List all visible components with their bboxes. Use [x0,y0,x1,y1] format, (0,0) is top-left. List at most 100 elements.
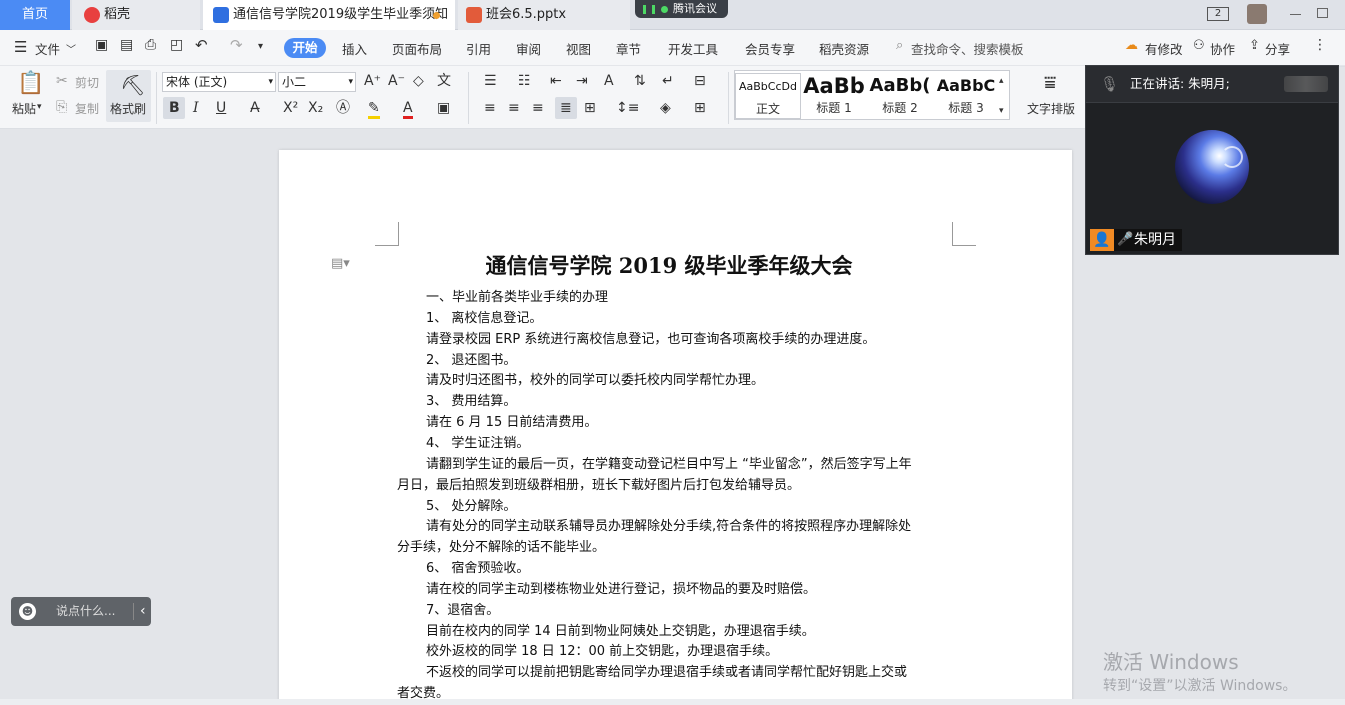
italic-icon[interactable]: I [193,100,199,116]
menu-member[interactable]: 会员专享 [745,39,795,58]
menu-review[interactable]: 审阅 [516,39,541,58]
paste-button[interactable]: 粘贴 [12,100,36,117]
collapse-chevron-icon[interactable]: ‹ [140,597,146,626]
text-layout-icon[interactable]: ⩸ [1044,71,1056,93]
justify-button[interactable]: ≣ [555,97,577,119]
style-heading-1[interactable]: AaBb 标题 1 [801,73,867,119]
tencent-meeting-pill[interactable]: 腾讯会议 [635,0,728,18]
document-page[interactable]: ▤▾ 通信信号学院 2019 级毕业季年级大会 一、毕业前各类毕业手续的办理 1、… [279,150,1072,705]
horizontal-scrollbar[interactable] [0,699,1345,705]
scroll-down-icon[interactable]: ▾ [999,103,1004,119]
menu-start[interactable]: 开始 [284,38,326,58]
underline-icon[interactable]: U [216,100,226,116]
shading-icon[interactable]: ◈ [660,100,671,116]
minimize-icon[interactable] [1290,14,1301,15]
menu-developer[interactable]: 开发工具 [668,39,718,58]
superscript-icon[interactable]: X² [283,100,298,116]
save-icon[interactable]: ▣ [95,37,108,53]
style-normal[interactable]: AaBbCcDd 正文 [735,73,801,119]
cut-icon[interactable]: ✂ [56,73,68,89]
window-count-badge[interactable]: 2 [1207,7,1229,21]
export-pdf-icon[interactable]: ▤ [120,37,133,53]
menu-view[interactable]: 视图 [566,39,591,58]
menu-page-layout[interactable]: 页面布局 [392,39,442,58]
clear-format-icon[interactable]: ◇ [413,73,424,89]
copy-icon[interactable]: ⎘ [56,99,67,115]
tab-daoke[interactable]: 稻壳 [72,0,200,30]
tab-document[interactable]: 通信信号学院2019级学生毕业季须知 [203,0,455,30]
menu-file[interactable]: 文件 [35,39,60,58]
copy-button[interactable]: 复制 [75,100,99,117]
has-changes-button[interactable]: 有修改 [1145,39,1183,58]
distributed-align-icon[interactable]: ⊞ [584,100,596,116]
paste-icon[interactable]: 📋 [17,72,44,96]
show-marks-icon[interactable]: ↵ [662,73,674,89]
print-icon[interactable]: ⎙ [145,37,156,53]
font-size-select[interactable]: 小二 ▾ [278,72,356,92]
pinyin-icon[interactable]: 文 [437,73,451,89]
format-painter-group[interactable]: ⛏ 格式刷 [106,70,151,122]
align-center-icon[interactable]: ≡ [508,100,520,116]
redo-icon[interactable]: ↷ [230,36,243,54]
sort-icon[interactable]: ⇅ [634,73,646,89]
font-family-select[interactable]: 宋体 (正文) ▾ [162,72,276,92]
meeting-speaking-bar: 🎙 正在讲话: 朱明月; [1086,66,1338,102]
microphone-icon: 🎙 [1100,75,1120,93]
menu-daoke-resources[interactable]: 稻壳资源 [819,39,869,58]
menu-chapter[interactable]: 章节 [616,39,641,58]
tab-ppt[interactable]: 班会6.5.pptx [458,0,630,30]
decrease-indent-icon[interactable]: ⇤ [550,73,562,89]
style-preview: AaBb [803,74,865,98]
shrink-font-icon[interactable]: A⁻ [388,73,405,89]
strikethrough-icon[interactable]: A̶ [250,100,260,116]
chinese-layout-icon[interactable]: A [604,73,614,89]
more-icon[interactable]: ⋮ [1313,37,1327,53]
char-border-icon[interactable]: ▣ [437,100,450,116]
text-layout-button[interactable]: 文字排版 [1027,100,1075,117]
distribute-icon[interactable]: ⊟ [694,73,706,89]
mic-on-icon: 🎤 [1117,232,1134,247]
cut-button[interactable]: 剪切 [75,74,99,91]
font-color-icon[interactable]: A [403,100,413,119]
align-right-icon[interactable]: ≡ [532,100,544,116]
highlight-icon[interactable]: ✎ [368,100,380,119]
borders-icon[interactable]: ⊞ [694,100,706,116]
chat-input-bubble[interactable]: ☻ 说点什么... ‹ [11,597,151,626]
subscript-icon[interactable]: X₂ [308,100,323,116]
style-preview: AaBbC [936,76,996,95]
align-left-icon[interactable]: ≡ [484,100,496,116]
line-spacing-icon[interactable]: ↕≡ [616,100,639,116]
document-paragraph-line: 7、退宿舍。 [426,602,500,618]
bold-button[interactable]: B [163,97,185,119]
share-button[interactable]: 分享 [1265,39,1290,58]
command-search[interactable]: 查找命令、搜索模板 [911,39,1024,58]
user-avatar[interactable] [1247,4,1267,24]
chevron-down-icon: ▾ [348,77,353,87]
tab-ppt-label: 班会6.5.pptx [486,7,567,22]
menu-insert[interactable]: 插入 [342,39,367,58]
chat-placeholder: 说点什么... [56,604,116,618]
styles-gallery: AaBbCcDd 正文 AaBb 标题 1 AaBb( 标题 2 AaBbC 标… [734,70,1010,120]
increase-indent-icon[interactable]: ⇥ [576,73,588,89]
chevron-down-icon[interactable]: ﹀ [66,41,76,56]
text-effect-icon[interactable]: Ⓐ [336,100,350,116]
undo-icon[interactable]: ↶ [195,36,208,54]
restore-icon[interactable] [1317,8,1328,18]
bullet-list-icon[interactable]: ☰ [484,73,497,89]
hamburger-icon[interactable]: ☰ [14,38,27,56]
print-preview-icon[interactable]: ◰ [170,37,183,53]
meeting-panel: 🎙 正在讲话: 朱明月; 👤 🎤 朱明月 [1085,65,1339,255]
grow-font-icon[interactable]: A⁺ [364,73,381,89]
menu-references[interactable]: 引用 [466,39,491,58]
number-list-icon[interactable]: ☷ [518,73,531,89]
style-heading-3[interactable]: AaBbC 标题 3 [933,73,999,119]
style-label: 标题 1 [816,101,852,115]
tab-home[interactable]: 首页 [0,0,70,30]
margin-corner [952,222,976,246]
scroll-up-icon[interactable]: ▴ [999,73,1004,89]
paste-dropdown-icon[interactable]: ▾ [37,102,42,112]
emoji-icon[interactable]: ☻ [19,603,36,620]
style-heading-2[interactable]: AaBb( 标题 2 [867,73,933,119]
collab-button[interactable]: 协作 [1210,39,1235,58]
quick-access-dropdown-icon[interactable]: ▾ [258,41,263,52]
